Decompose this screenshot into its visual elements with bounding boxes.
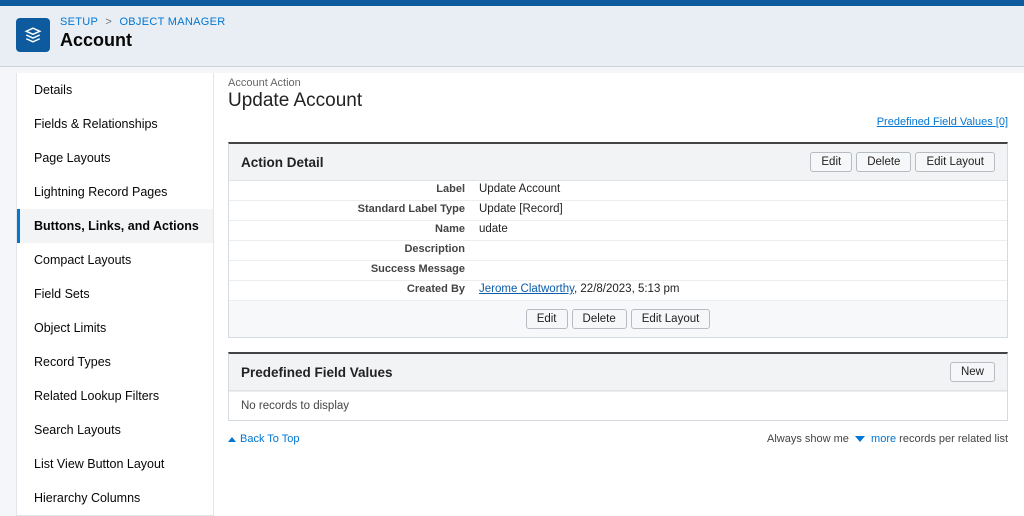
delete-button-bottom[interactable]: Delete [572,309,627,329]
edit-layout-button-bottom[interactable]: Edit Layout [631,309,711,329]
predefined-values-link[interactable]: Predefined Field Values [0] [877,116,1008,128]
breadcrumb: SETUP > OBJECT MANAGER [60,16,226,28]
pagination-note: Always show me more records per related … [767,433,1008,445]
name-label: Name [229,221,469,240]
breadcrumb-object-manager[interactable]: OBJECT MANAGER [119,16,225,28]
name-value: udate [469,221,1007,240]
setup-icon [16,18,50,52]
success-message-label: Success Message [229,261,469,280]
sidebar-item-compact-layouts[interactable]: Compact Layouts [17,243,213,277]
page-header: SETUP > OBJECT MANAGER Account [0,6,1024,67]
sidebar-item-details[interactable]: Details [17,73,213,107]
predefined-empty: No records to display [229,391,1007,420]
edit-layout-button[interactable]: Edit Layout [915,152,995,172]
std-label-type-label: Standard Label Type [229,201,469,220]
sidebar-item-field-sets[interactable]: Field Sets [17,277,213,311]
std-label-type-value: Update [Record] [469,201,1007,220]
back-to-top-link[interactable]: Back To Top [228,433,300,445]
edit-button-bottom[interactable]: Edit [526,309,568,329]
more-link[interactable]: more [871,433,896,445]
sidebar-item-record-types[interactable]: Record Types [17,345,213,379]
description-label: Description [229,241,469,260]
label-label: Label [229,181,469,200]
sidebar-item-list-view-button-layout[interactable]: List View Button Layout [17,447,213,481]
sidebar-item-buttons-links-and-actions[interactable]: Buttons, Links, and Actions [17,209,213,243]
predefined-values-section: Predefined Field Values New No records t… [228,352,1008,421]
created-by-value: Jerome Clatworthy, 22/8/2023, 5:13 pm [469,281,1007,300]
label-value: Update Account [469,181,1007,200]
sidebar-item-page-layouts[interactable]: Page Layouts [17,141,213,175]
sidebar: DetailsFields & RelationshipsPage Layout… [16,73,214,516]
created-by-user-link[interactable]: Jerome Clatworthy [479,283,574,295]
sidebar-item-object-limits[interactable]: Object Limits [17,311,213,345]
action-heading: Update Account [228,90,1008,112]
description-value [469,241,1007,260]
caret-up-icon [228,437,236,442]
edit-button[interactable]: Edit [810,152,852,172]
breadcrumb-setup[interactable]: SETUP [60,16,98,28]
sidebar-item-fields-relationships[interactable]: Fields & Relationships [17,107,213,141]
overline: Account Action [228,77,1008,89]
delete-button[interactable]: Delete [856,152,911,172]
caret-down-icon [855,436,865,442]
page-title: Account [60,30,226,51]
main-content: Account Action Update Account Predefined… [214,73,1024,516]
sidebar-item-lightning-record-pages[interactable]: Lightning Record Pages [17,175,213,209]
predefined-title: Predefined Field Values [241,365,950,380]
sidebar-item-search-layouts[interactable]: Search Layouts [17,413,213,447]
footer-links: Back To Top Always show me more records … [228,433,1008,445]
sidebar-item-hierarchy-columns[interactable]: Hierarchy Columns [17,481,213,515]
success-message-value [469,261,1007,280]
sidebar-item-related-lookup-filters[interactable]: Related Lookup Filters [17,379,213,413]
created-by-label: Created By [229,281,469,300]
action-detail-title: Action Detail [241,155,810,170]
action-detail-section: Action Detail Edit Delete Edit Layout La… [228,142,1008,338]
new-button[interactable]: New [950,362,995,382]
